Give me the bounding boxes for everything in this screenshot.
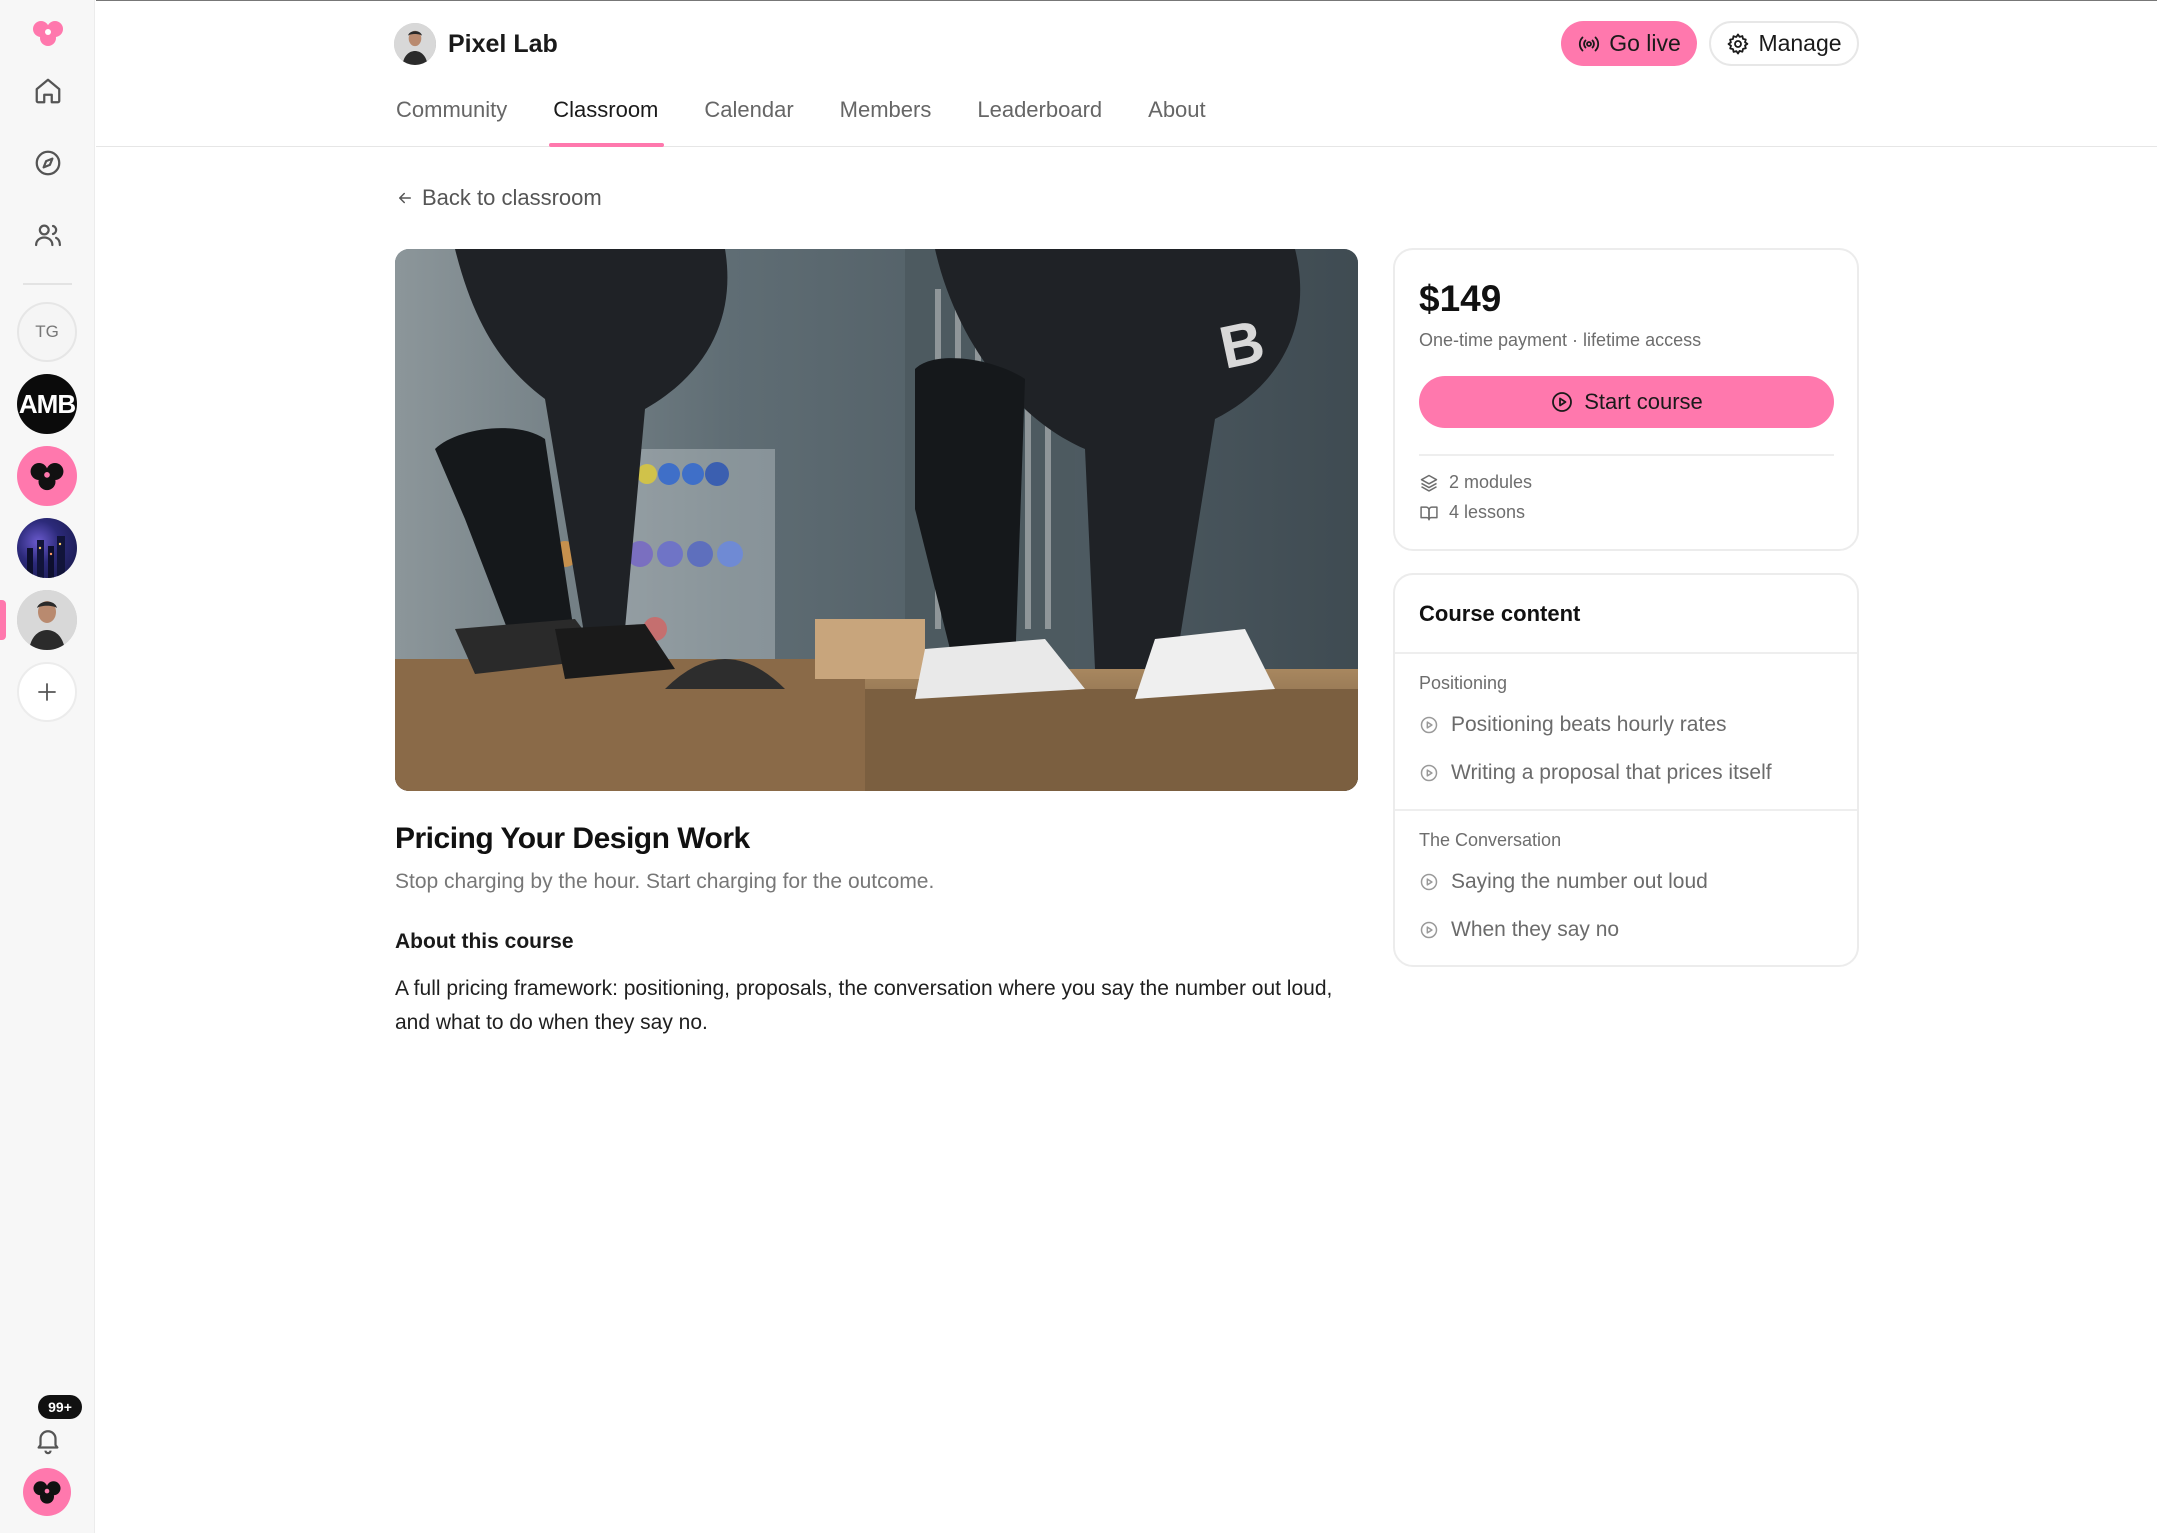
- tab-leaderboard[interactable]: Leaderboard: [975, 97, 1104, 147]
- server-amb-initials: AMB: [18, 388, 76, 419]
- server-pixel-lab[interactable]: [17, 590, 77, 650]
- lesson-item[interactable]: Positioning beats hourly rates: [1419, 713, 1727, 737]
- play-circle-icon: [1420, 873, 1438, 891]
- module-label: The Conversation: [1419, 830, 1562, 850]
- lessons-stat: 4 lessons: [1419, 502, 1525, 523]
- notifications-button[interactable]: 99+: [0, 1395, 95, 1455]
- lesson-title: When they say no: [1451, 918, 1620, 941]
- server-tg-initials: TG: [35, 322, 59, 341]
- plus-icon: [38, 683, 56, 701]
- user-profile-avatar[interactable]: [23, 1468, 71, 1516]
- server-tg[interactable]: TG: [17, 302, 77, 362]
- play-circle-icon: [1420, 764, 1438, 782]
- flower-logo-icon: [30, 462, 64, 491]
- rail-divider: [23, 283, 72, 285]
- course-content-title: Course content: [1419, 601, 1581, 626]
- tab-community[interactable]: Community: [394, 97, 509, 147]
- content-card-divider: [1395, 652, 1857, 654]
- tab-about[interactable]: About: [1146, 97, 1208, 147]
- manage-button[interactable]: Manage: [1709, 21, 1859, 66]
- server-pink-logo[interactable]: [17, 446, 77, 506]
- module-label: Positioning: [1419, 673, 1508, 693]
- lesson-item[interactable]: When they say no: [1419, 918, 1619, 942]
- people-icon[interactable]: [0, 214, 95, 256]
- course-title: Pricing Your Design Work: [395, 822, 750, 855]
- course-price: $149: [1419, 278, 1502, 319]
- play-circle-icon: [1420, 921, 1438, 939]
- app-logo-icon[interactable]: [0, 14, 95, 52]
- course-cover-image: B: [395, 249, 1358, 791]
- bell-icon: [37, 1430, 58, 1455]
- app: TG AMB 99+ Pixel Lab Go live Manage Comm…: [0, 0, 2157, 1533]
- back-to-classroom-link[interactable]: Back to classroom: [396, 185, 602, 211]
- price-card-divider: [1419, 454, 1834, 456]
- module-divider: [1395, 809, 1857, 811]
- compass-icon[interactable]: [0, 142, 95, 184]
- left-rail: TG AMB 99+: [0, 0, 95, 1533]
- payment-note: One-time payment · lifetime access: [1419, 330, 1702, 350]
- broadcast-icon: [1579, 36, 1600, 51]
- city-image-icon: [27, 536, 65, 578]
- lesson-item[interactable]: Writing a proposal that prices itself: [1419, 761, 1772, 785]
- tab-calendar[interactable]: Calendar: [702, 97, 795, 147]
- back-label: Back to classroom: [422, 185, 602, 210]
- start-course-button[interactable]: Start course: [1419, 376, 1834, 428]
- server-city[interactable]: [17, 518, 77, 578]
- tab-classroom[interactable]: Classroom: [549, 97, 665, 147]
- lessons-count: 4 lessons: [1449, 502, 1526, 522]
- go-live-button[interactable]: Go live: [1561, 21, 1697, 66]
- add-server-button[interactable]: [17, 662, 77, 722]
- arrow-left-icon: [399, 192, 411, 204]
- play-circle-icon: [1552, 392, 1573, 412]
- gym-photo-illustration: B: [395, 249, 1358, 791]
- lesson-title: Positioning beats hourly rates: [1451, 713, 1727, 736]
- tab-members[interactable]: Members: [838, 97, 934, 147]
- top-header: Pixel Lab Go live Manage Community Class…: [96, 0, 2157, 147]
- book-open-icon: [1420, 505, 1438, 520]
- start-course-label: Start course: [1584, 389, 1703, 414]
- lesson-title: Writing a proposal that prices itself: [1451, 761, 1772, 784]
- home-icon[interactable]: [0, 70, 95, 112]
- gear-icon: [1728, 33, 1749, 54]
- course-content-card: Course content Positioning Positioning b…: [1393, 573, 1859, 967]
- layers-icon: [1420, 474, 1438, 492]
- lesson-title: Saying the number out loud: [1451, 870, 1708, 893]
- price-card: $149 One-time payment · lifetime access …: [1393, 248, 1859, 551]
- go-live-label: Go live: [1609, 30, 1681, 56]
- server-amb[interactable]: AMB: [17, 374, 77, 434]
- active-server-indicator: [0, 600, 6, 640]
- play-circle-icon: [1420, 716, 1438, 734]
- flower-logo-icon: [33, 1481, 61, 1504]
- community-avatar: [394, 23, 436, 65]
- community-tabs: Community Classroom Calendar Members Lea…: [394, 97, 1250, 147]
- about-heading: About this course: [395, 930, 574, 953]
- community-brand[interactable]: Pixel Lab: [394, 23, 558, 65]
- manage-label: Manage: [1758, 30, 1842, 56]
- course-subtitle: Stop charging by the hour. Start chargin…: [395, 870, 935, 893]
- person-avatar-icon: [17, 590, 77, 650]
- modules-count: 2 modules: [1449, 472, 1533, 492]
- about-description: A full pricing framework: positioning, p…: [395, 977, 1333, 1034]
- community-name: Pixel Lab: [448, 29, 558, 58]
- notification-count-badge: 99+: [38, 1395, 82, 1419]
- modules-stat: 2 modules: [1419, 472, 1532, 493]
- lesson-item[interactable]: Saying the number out loud: [1419, 870, 1708, 894]
